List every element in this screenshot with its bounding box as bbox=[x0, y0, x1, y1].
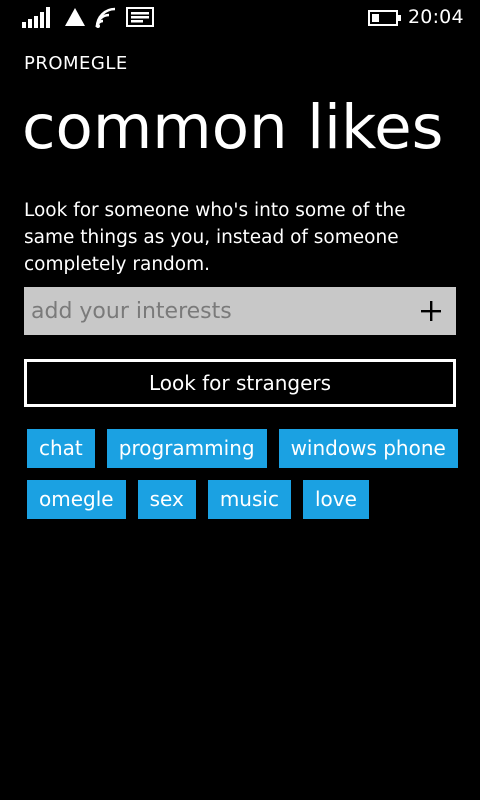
signal-strength-icon bbox=[22, 7, 50, 28]
tag-row: chat programming windows phone bbox=[27, 429, 458, 468]
page-description: Look for someone who's into some of the … bbox=[24, 200, 406, 275]
interest-tag-omegle[interactable]: omegle bbox=[27, 480, 126, 519]
interest-tag-music[interactable]: music bbox=[207, 480, 291, 519]
plus-icon[interactable] bbox=[420, 300, 442, 322]
interests-input[interactable] bbox=[24, 287, 404, 335]
interest-tag-chat[interactable]: chat bbox=[27, 429, 95, 468]
status-bar: 20:04 bbox=[0, 0, 480, 34]
app-name: PROMEGLE bbox=[24, 53, 128, 74]
interests-input-box[interactable] bbox=[24, 287, 456, 335]
tag-row: omegle sex music love bbox=[27, 480, 457, 519]
status-clock: 20:04 bbox=[408, 6, 464, 28]
battery-icon bbox=[368, 10, 401, 26]
wifi-icon bbox=[95, 7, 116, 28]
look-for-strangers-button[interactable]: Look for strangers bbox=[24, 359, 456, 407]
interest-tag-sex[interactable]: sex bbox=[137, 480, 196, 519]
interest-tag-love[interactable]: love bbox=[302, 480, 369, 519]
page-title: common likes bbox=[22, 92, 444, 163]
message-icon bbox=[126, 7, 154, 27]
interest-tags: chat programming windows phone omegle se… bbox=[27, 429, 458, 531]
data-connection-icon bbox=[65, 8, 85, 26]
interest-tag-windows-phone[interactable]: windows phone bbox=[278, 429, 458, 468]
interest-tag-programming[interactable]: programming bbox=[106, 429, 267, 468]
